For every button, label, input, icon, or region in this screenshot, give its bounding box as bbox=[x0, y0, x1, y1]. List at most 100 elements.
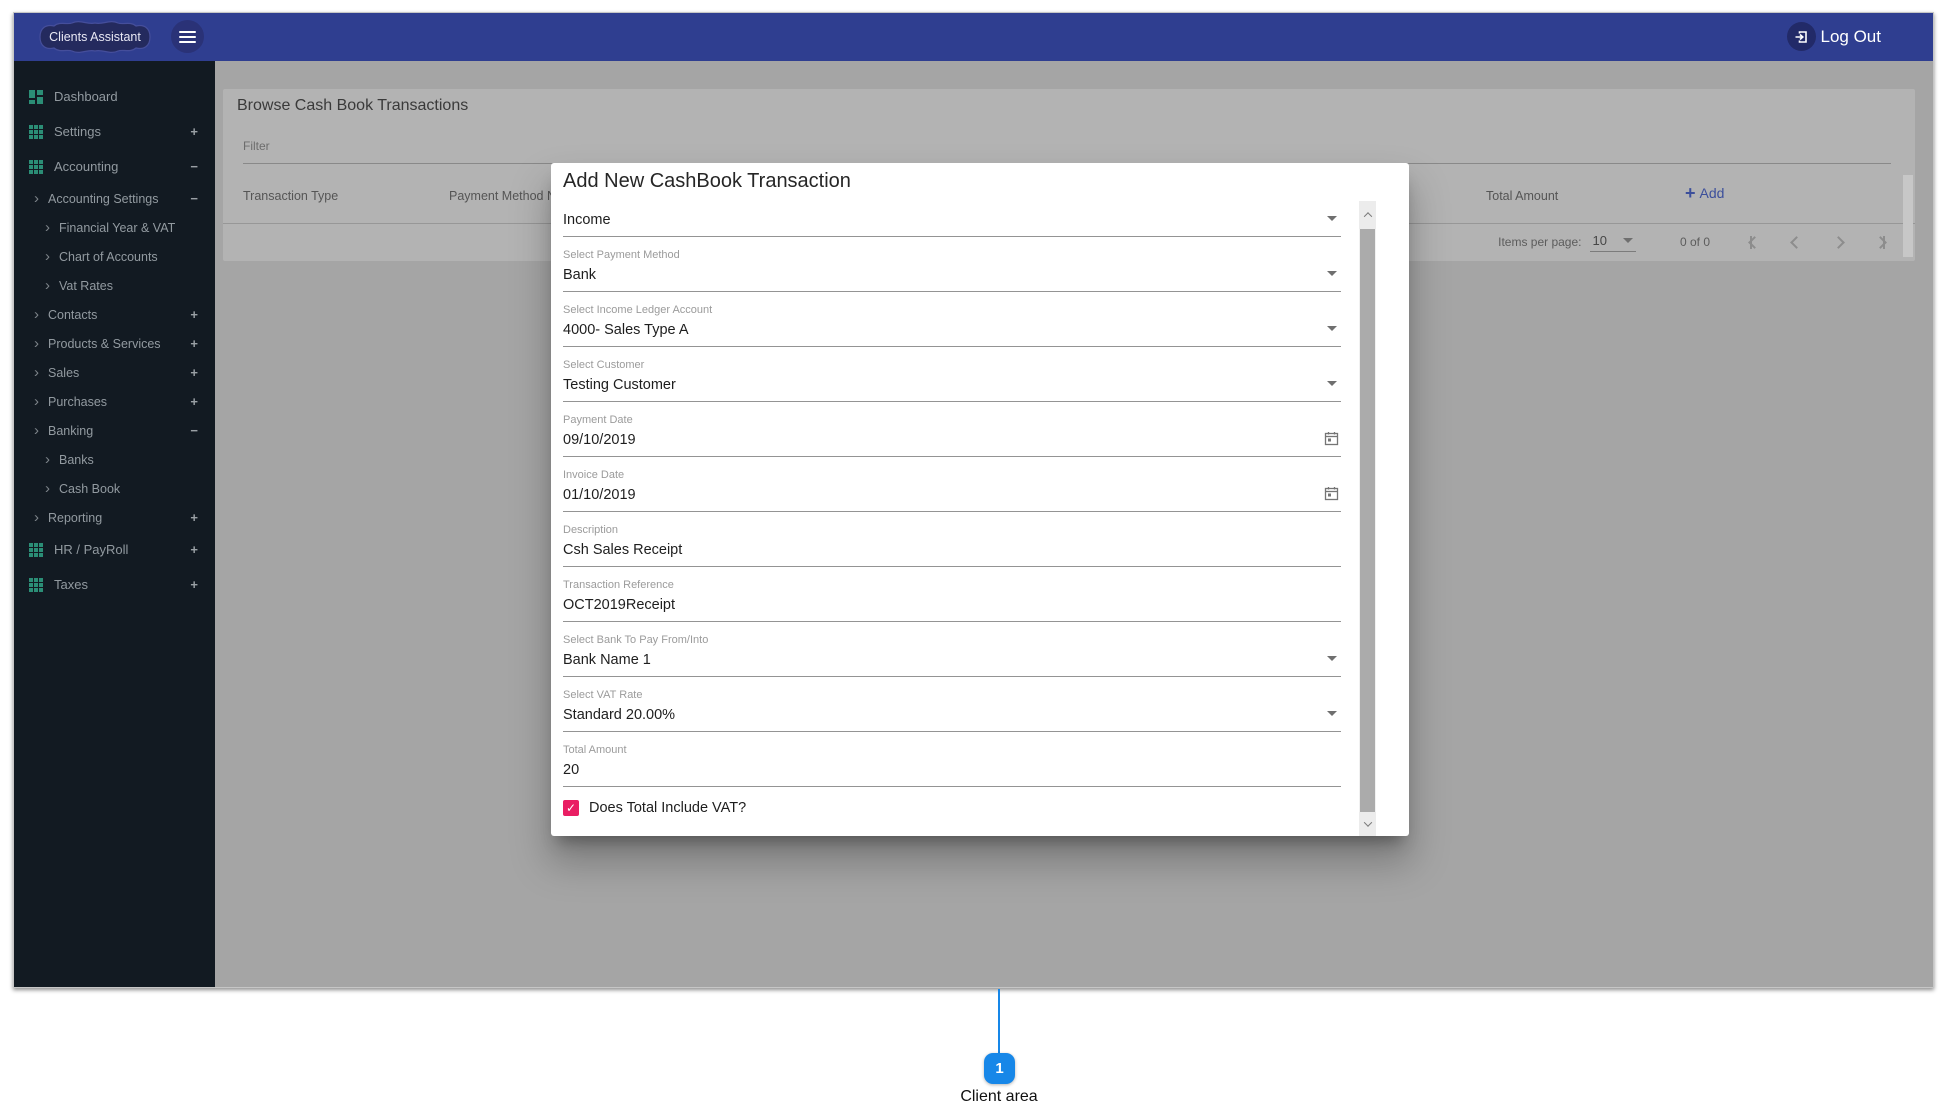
sidebar-item-label: Chart of Accounts bbox=[59, 250, 158, 264]
cancel-button[interactable]: Cancel bbox=[645, 835, 692, 836]
sidebar-item[interactable]: › Vat Rates bbox=[14, 271, 215, 300]
field-value: Testing Customer bbox=[563, 377, 676, 393]
sidebar-item[interactable]: › Cash Book bbox=[14, 474, 215, 503]
expand-toggle-icon[interactable]: − bbox=[190, 423, 198, 438]
paginator-range: 0 of 0 bbox=[1680, 235, 1710, 249]
sidebar-item[interactable]: › Dashboard bbox=[14, 79, 215, 114]
dropdown-caret-icon[interactable] bbox=[1327, 656, 1337, 661]
grid-module-icon bbox=[29, 543, 43, 557]
sidebar-item[interactable]: › Taxes + bbox=[14, 567, 215, 602]
field-input[interactable]: Csh Sales Receipt bbox=[563, 537, 1341, 567]
field-input[interactable]: Bank bbox=[563, 262, 1341, 292]
field-value: Bank bbox=[563, 267, 596, 283]
field-label: Select Payment Method bbox=[563, 249, 1341, 262]
field-value: 4000- Sales Type A bbox=[563, 322, 689, 338]
form-field: Select VAT Rate Standard 20.00% bbox=[563, 689, 1341, 732]
field-value: 20 bbox=[563, 762, 579, 778]
sidebar-item[interactable]: › Settings + bbox=[14, 114, 215, 149]
field-value: 09/10/2019 bbox=[563, 432, 636, 448]
expand-toggle-icon[interactable]: − bbox=[190, 159, 198, 174]
last-page-button[interactable] bbox=[1876, 236, 1885, 249]
dialog-title: Add New CashBook Transaction bbox=[563, 169, 1409, 194]
calendar-icon[interactable] bbox=[1324, 431, 1339, 446]
field-input[interactable]: Income bbox=[563, 207, 1341, 237]
add-button-label: Add bbox=[1700, 185, 1725, 201]
chevron-right-icon: › bbox=[34, 309, 39, 321]
sidebar-item[interactable]: › Banks bbox=[14, 445, 215, 474]
expand-toggle-icon[interactable]: + bbox=[190, 577, 198, 592]
grid-module-icon bbox=[29, 125, 43, 139]
previous-page-button[interactable] bbox=[1792, 238, 1801, 247]
dialog-actions: Save Cancel bbox=[563, 835, 1409, 836]
vat-checkbox[interactable]: ✓ bbox=[563, 800, 579, 816]
calendar-icon[interactable] bbox=[1324, 486, 1339, 501]
sidebar-item[interactable]: › Reporting + bbox=[14, 503, 215, 532]
field-label: Total Amount bbox=[563, 744, 1341, 757]
dropdown-caret-icon[interactable] bbox=[1327, 216, 1337, 221]
scroll-up-arrow[interactable] bbox=[1359, 201, 1376, 229]
sidebar-item[interactable]: › Contacts + bbox=[14, 300, 215, 329]
expand-toggle-icon[interactable]: + bbox=[190, 124, 198, 139]
sidebar-item-label: Taxes bbox=[54, 577, 88, 592]
dropdown-caret-icon[interactable] bbox=[1327, 381, 1337, 386]
add-transaction-button[interactable]: + Add bbox=[1685, 185, 1724, 201]
sidebar-item-label: Settings bbox=[54, 124, 101, 139]
field-input[interactable]: Testing Customer bbox=[563, 372, 1341, 402]
chevron-right-icon: › bbox=[45, 222, 50, 234]
scrollbar-thumb[interactable] bbox=[1360, 229, 1375, 812]
chevron-right-icon: › bbox=[45, 251, 50, 263]
dropdown-caret-icon[interactable] bbox=[1327, 271, 1337, 276]
sidebar-item[interactable]: › Products & Services + bbox=[14, 329, 215, 358]
field-input[interactable]: Standard 20.00% bbox=[563, 702, 1341, 732]
sidebar-item-label: Sales bbox=[48, 366, 79, 380]
sidebar-item[interactable]: › HR / PayRoll + bbox=[14, 532, 215, 567]
expand-toggle-icon[interactable]: + bbox=[190, 510, 198, 525]
expand-toggle-icon[interactable]: + bbox=[190, 542, 198, 557]
app-window: Clients Assistant Log Out bbox=[13, 12, 1934, 988]
sidebar-item-label: Accounting Settings bbox=[48, 192, 159, 206]
expand-toggle-icon[interactable]: − bbox=[190, 191, 198, 206]
expand-toggle-icon[interactable]: + bbox=[190, 394, 198, 409]
sidebar-item[interactable]: › Accounting − bbox=[14, 149, 215, 184]
paginator: Items per page: 10 0 of 0 bbox=[1498, 223, 1885, 261]
field-input[interactable]: 20 bbox=[563, 757, 1341, 787]
field-value: Csh Sales Receipt bbox=[563, 542, 682, 558]
app-logo[interactable]: Clients Assistant bbox=[34, 18, 156, 56]
first-page-button[interactable] bbox=[1750, 236, 1759, 249]
field-input[interactable]: OCT2019Receipt bbox=[563, 592, 1341, 622]
expand-toggle-icon[interactable]: + bbox=[190, 336, 198, 351]
grid-module-icon bbox=[29, 578, 43, 592]
field-value: 01/10/2019 bbox=[563, 487, 636, 503]
sidebar-item[interactable]: › Financial Year & VAT bbox=[14, 213, 215, 242]
chevron-right-icon: › bbox=[34, 396, 39, 408]
sidebar-item[interactable]: › Purchases + bbox=[14, 387, 215, 416]
next-page-button[interactable] bbox=[1834, 238, 1843, 247]
column-header: Total Amount bbox=[1486, 189, 1558, 203]
dropdown-caret-icon[interactable] bbox=[1327, 326, 1337, 331]
form-field: Payment Date 09/10/2019 bbox=[563, 414, 1341, 457]
dropdown-caret-icon[interactable] bbox=[1327, 711, 1337, 716]
sidebar-item[interactable]: › Accounting Settings − bbox=[14, 184, 215, 213]
field-input[interactable]: 4000- Sales Type A bbox=[563, 317, 1341, 347]
card-scrollbar[interactable] bbox=[1903, 175, 1913, 257]
logout-label: Log Out bbox=[1821, 27, 1882, 47]
sidebar-item-label: Dashboard bbox=[54, 89, 118, 104]
modal-scrollbar[interactable] bbox=[1359, 201, 1376, 836]
logout-button[interactable]: Log Out bbox=[1787, 22, 1882, 51]
save-button[interactable]: Save bbox=[577, 835, 611, 836]
field-input[interactable]: 09/10/2019 bbox=[563, 427, 1341, 457]
sidebar-nav: › Dashboard bbox=[14, 61, 215, 987]
page-size-select[interactable]: 10 bbox=[1590, 233, 1636, 252]
field-input[interactable]: 01/10/2019 bbox=[563, 482, 1341, 512]
sidebar-item[interactable]: › Chart of Accounts bbox=[14, 242, 215, 271]
field-input[interactable]: Bank Name 1 bbox=[563, 647, 1341, 677]
expand-toggle-icon[interactable]: + bbox=[190, 365, 198, 380]
expand-toggle-icon[interactable]: + bbox=[190, 307, 198, 322]
scroll-down-arrow[interactable] bbox=[1359, 812, 1376, 836]
menu-button[interactable] bbox=[171, 20, 204, 53]
sidebar-item[interactable]: › Sales + bbox=[14, 358, 215, 387]
sidebar-item[interactable]: › Banking − bbox=[14, 416, 215, 445]
topbar: Clients Assistant Log Out bbox=[14, 13, 1933, 61]
column-header: Transaction Type bbox=[243, 189, 338, 203]
sidebar-item-label: Cash Book bbox=[59, 482, 120, 496]
